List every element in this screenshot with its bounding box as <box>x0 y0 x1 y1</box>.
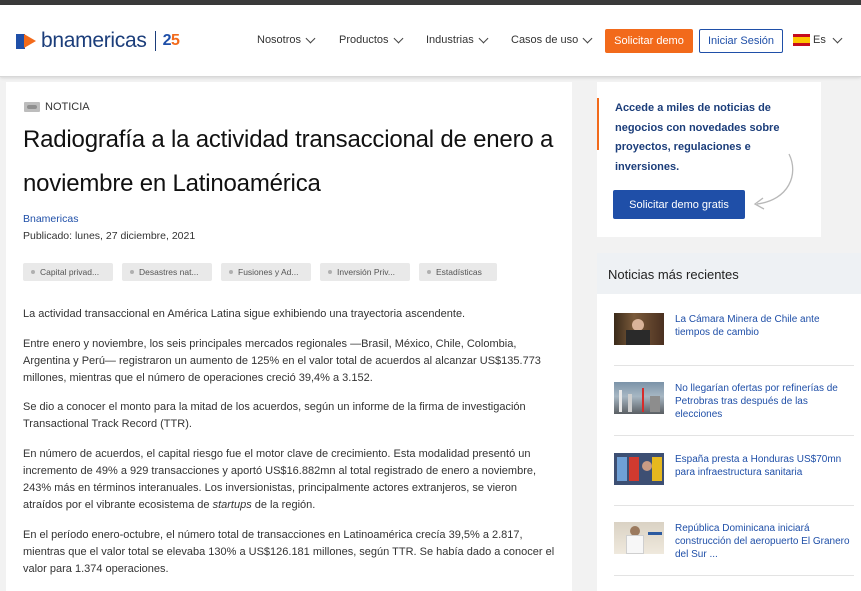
language-selector[interactable]: Es <box>793 33 843 46</box>
article-kicker-label: NOTICIA <box>45 101 90 113</box>
article-paragraph: Entre enero y noviembre, los seis princi… <box>23 338 541 384</box>
chevron-down-icon <box>393 33 403 43</box>
article-paragraph: En número de acuerdos, el capital riesgo… <box>23 448 537 511</box>
news-item-title: España presta a Honduras US$70mn para in… <box>675 454 842 478</box>
news-divider <box>614 435 854 436</box>
nav-item-label: Nosotros <box>257 34 302 46</box>
tag-dot-icon <box>328 270 332 274</box>
nav-item-nosotros[interactable]: Nosotros <box>257 33 316 46</box>
brand-divider <box>154 31 156 51</box>
request-demo-button[interactable]: Solicitar demo <box>605 29 693 53</box>
nav-item-label: Industrias <box>426 34 474 46</box>
nav-item-label: Casos de uso <box>511 34 579 46</box>
tag-label: Estadísticas <box>436 267 482 277</box>
nav-item-casos-de-uso[interactable]: Casos de uso <box>511 33 593 46</box>
tag-dot-icon <box>31 270 35 274</box>
recent-news-header: Noticias más recientes <box>597 253 861 294</box>
tag-label: Desastres nat... <box>139 267 199 277</box>
news-divider <box>614 575 854 576</box>
news-thumbnail <box>614 313 664 345</box>
tag-chip[interactable]: Desastres nat... <box>122 263 212 281</box>
tag-label: Capital privad... <box>40 267 100 277</box>
article-paragraph: Se dio a conocer el monto para la mitad … <box>23 401 526 430</box>
tag-dot-icon <box>229 270 233 274</box>
news-item[interactable]: España presta a Honduras US$70mn para in… <box>614 453 854 495</box>
news-item-title: República Dominicana iniciará construcci… <box>675 523 850 560</box>
article-card: NOTICIA Radiografía a la actividad trans… <box>6 82 572 591</box>
site-header: bnamericas 25 Nosotros Productos Industr… <box>0 5 861 77</box>
request-free-demo-button[interactable]: Solicitar demo gratis <box>613 190 745 219</box>
news-divider <box>614 365 854 366</box>
article-publish-date: Publicado: lunes, 27 diciembre, 2021 <box>23 230 196 242</box>
nav-item-productos[interactable]: Productos <box>339 33 403 46</box>
article-kicker: NOTICIA <box>24 101 90 113</box>
curved-arrow-icon <box>753 153 794 210</box>
news-thumbnail <box>614 522 664 554</box>
brand-logo[interactable]: bnamericas 25 <box>16 29 180 52</box>
nav-item-industrias[interactable]: Industrias <box>426 33 489 46</box>
tag-label: Inversión Priv... <box>337 267 395 277</box>
news-item[interactable]: República Dominicana iniciará construcci… <box>614 522 854 564</box>
article-author-link[interactable]: Bnamericas <box>23 213 78 225</box>
promo-accent-bar <box>597 98 599 150</box>
tag-chip[interactable]: Capital privad... <box>23 263 113 281</box>
tag-chip[interactable]: Estadísticas <box>419 263 497 281</box>
login-button[interactable]: Iniciar Sesión <box>699 29 783 53</box>
news-thumbnail <box>614 382 664 414</box>
recent-news-panel: Noticias más recientes La Cámara Minera … <box>597 253 861 591</box>
news-item-title: No llegarían ofertas por refinerías de P… <box>675 383 838 420</box>
brand-name: bnamericas <box>41 29 147 52</box>
news-icon <box>24 102 40 112</box>
brand-logo-icon <box>16 33 37 49</box>
brand-anniversary-badge: 25 <box>162 32 180 49</box>
chevron-down-icon <box>478 33 489 43</box>
chevron-down-icon <box>305 33 316 43</box>
chevron-down-icon <box>832 33 843 43</box>
news-item-title: La Cámara Minera de Chile ante tiempos d… <box>675 314 820 338</box>
article-paragraph: La actividad transaccional en América La… <box>23 308 466 320</box>
tag-chip[interactable]: Fusiones y Ad... <box>221 263 311 281</box>
news-divider <box>614 505 854 506</box>
article-title: Radiografía a la actividad transaccional… <box>23 126 554 197</box>
recent-news-title: Noticias más recientes <box>608 267 739 282</box>
news-item[interactable]: La Cámara Minera de Chile ante tiempos d… <box>614 313 854 355</box>
news-thumbnail <box>614 453 664 485</box>
chevron-down-icon <box>582 33 593 43</box>
tag-chip[interactable]: Inversión Priv... <box>320 263 410 281</box>
tag-dot-icon <box>427 270 431 274</box>
article-paragraph: En el período enero-octubre, el número t… <box>23 529 555 575</box>
article-body: La actividad transaccional en América La… <box>23 306 558 591</box>
demo-promo-card: Accede a miles de noticias de negocios c… <box>597 82 821 237</box>
language-label: Es <box>813 34 826 46</box>
tag-dot-icon <box>130 270 134 274</box>
news-item[interactable]: No llegarían ofertas por refinerías de P… <box>614 382 854 424</box>
tag-label: Fusiones y Ad... <box>238 267 299 277</box>
nav-item-label: Productos <box>339 34 389 46</box>
spain-flag-icon <box>793 34 810 46</box>
